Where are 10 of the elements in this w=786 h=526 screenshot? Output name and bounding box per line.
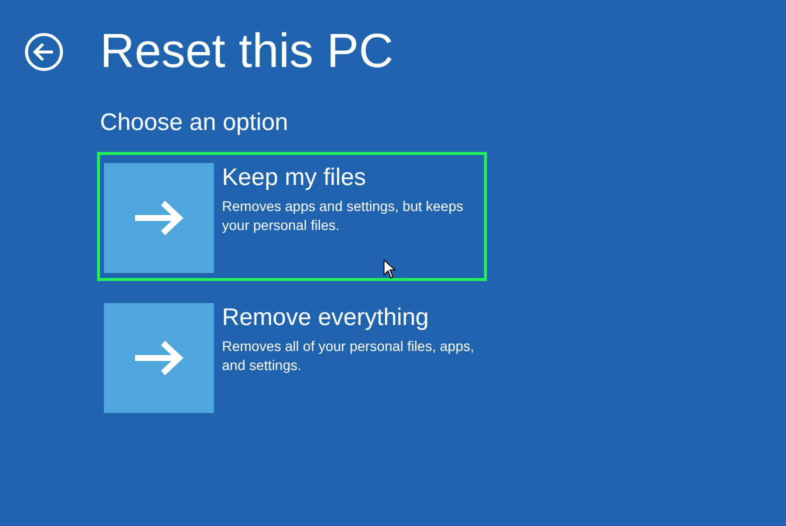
option-title: Remove everything [222,303,430,333]
mouse-cursor-icon [383,259,397,279]
option-description: Removes all of your personal files, apps, and settings. [222,337,476,375]
back-button[interactable] [24,32,64,72]
subtitle: Choose an option [100,108,290,138]
option-title: Keep my files [222,163,368,193]
option-button[interactable]: Keep my files Removes apps and settings, but keeps your personal files. [97,152,487,281]
option-button[interactable]: Remove everything Removes all of your personal files, apps, and settings. [97,292,487,421]
page-title: Reset this PC [100,24,394,80]
option-description: Removes apps and settings, but keeps your personal files. [222,197,464,235]
